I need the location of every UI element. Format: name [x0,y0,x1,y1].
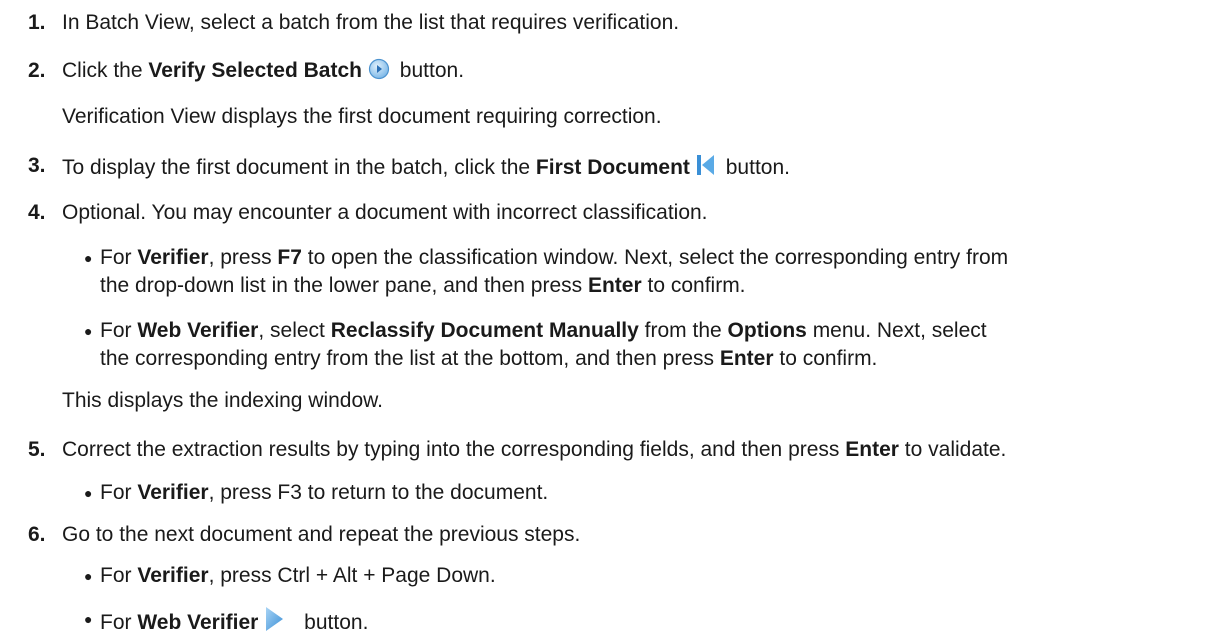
bullet-text: the drop-down list in the lower pane, an… [100,273,746,299]
bold-run: Enter [719,347,774,370]
bullet-dot: ● [84,250,93,266]
text-run: the corresponding entry from the list at… [100,347,720,370]
button-name: Verify Selected Batch [148,59,362,82]
text-run: , select [258,319,331,342]
bullet-text: For Verifier, press Ctrl + Alt + Page Do… [100,563,496,589]
text-run: , press F3 to return to the document. [208,481,549,504]
step-text: Go to the next document and repeat the p… [62,523,581,546]
text-run: the drop-down list in the lower pane, an… [100,274,588,297]
first-document-icon [696,153,716,184]
step-number: 3. [28,154,46,177]
text-run: For [100,481,138,504]
bullet-dot: ● [84,485,93,501]
text-run: to validate. [898,438,1007,461]
bullet-text: For Web Verifier button. [100,606,368,639]
button-name: First Document [535,156,690,179]
step-number: 1. [28,11,46,34]
bold-run: Enter [587,274,642,297]
text-run: button. [719,156,790,179]
step-number: 4. [28,201,46,224]
text-run: menu. Next, select [806,319,987,342]
text-run: to confirm. [641,274,746,297]
step-number: 5. [28,438,46,461]
text-run: Correct the extraction results by typing… [62,438,846,461]
bold-run: Options [727,319,807,342]
text-run: , press Ctrl + Alt + Page Down. [208,564,496,587]
bullet-text: the corresponding entry from the list at… [100,346,877,372]
bullet-text: For Verifier, press F3 to return to the … [100,480,548,506]
step-text: Optional. You may encounter a document w… [62,201,708,224]
bold-run: Enter [845,438,899,461]
text-run: For [100,319,138,342]
text-run: from the [638,319,728,342]
step-number: 6. [28,523,46,546]
text-run: , press [208,246,278,269]
bold-run: Verifier [137,246,209,269]
step-note: This displays the indexing window. [62,389,384,412]
next-document-icon [264,606,284,639]
text-run: to confirm. [773,347,878,370]
text-run: For [100,611,138,634]
step-text: In Batch View, select a batch from the l… [62,11,680,34]
text-run: to open the classification window. Next,… [301,246,1009,269]
bold-run: Verifier [137,564,209,587]
text-run: button. [298,611,369,634]
text-run: button. [393,59,465,82]
bullet-text: For Verifier, press F7 to open the class… [100,245,1008,271]
bullet-dot: ● [84,568,93,584]
bullet-dot: ● [84,323,93,339]
bold-run: Verifier [137,481,209,504]
bold-run: Reclassify Document Manually [330,319,639,342]
step-text: Correct the extraction results by typing… [62,437,1006,463]
bullet-dot: ● [84,611,93,627]
bold-run: Web Verifier [137,611,259,634]
bold-run: F7 [277,246,302,269]
bold-run: Web Verifier [137,319,259,342]
text-run: For [100,246,138,269]
text-run: Click the [62,59,149,82]
text-run: To display the first document in the bat… [62,156,536,179]
step-text: Click the Verify Selected Batch button. [62,58,464,87]
step-number: 2. [28,59,46,82]
bullet-text: For Web Verifier, select Reclassify Docu… [100,318,987,344]
text-run: For [100,564,138,587]
step-text: To display the first document in the bat… [62,153,790,184]
play-circle-icon [368,58,390,87]
step-note: Verification View displays the first doc… [62,105,662,128]
